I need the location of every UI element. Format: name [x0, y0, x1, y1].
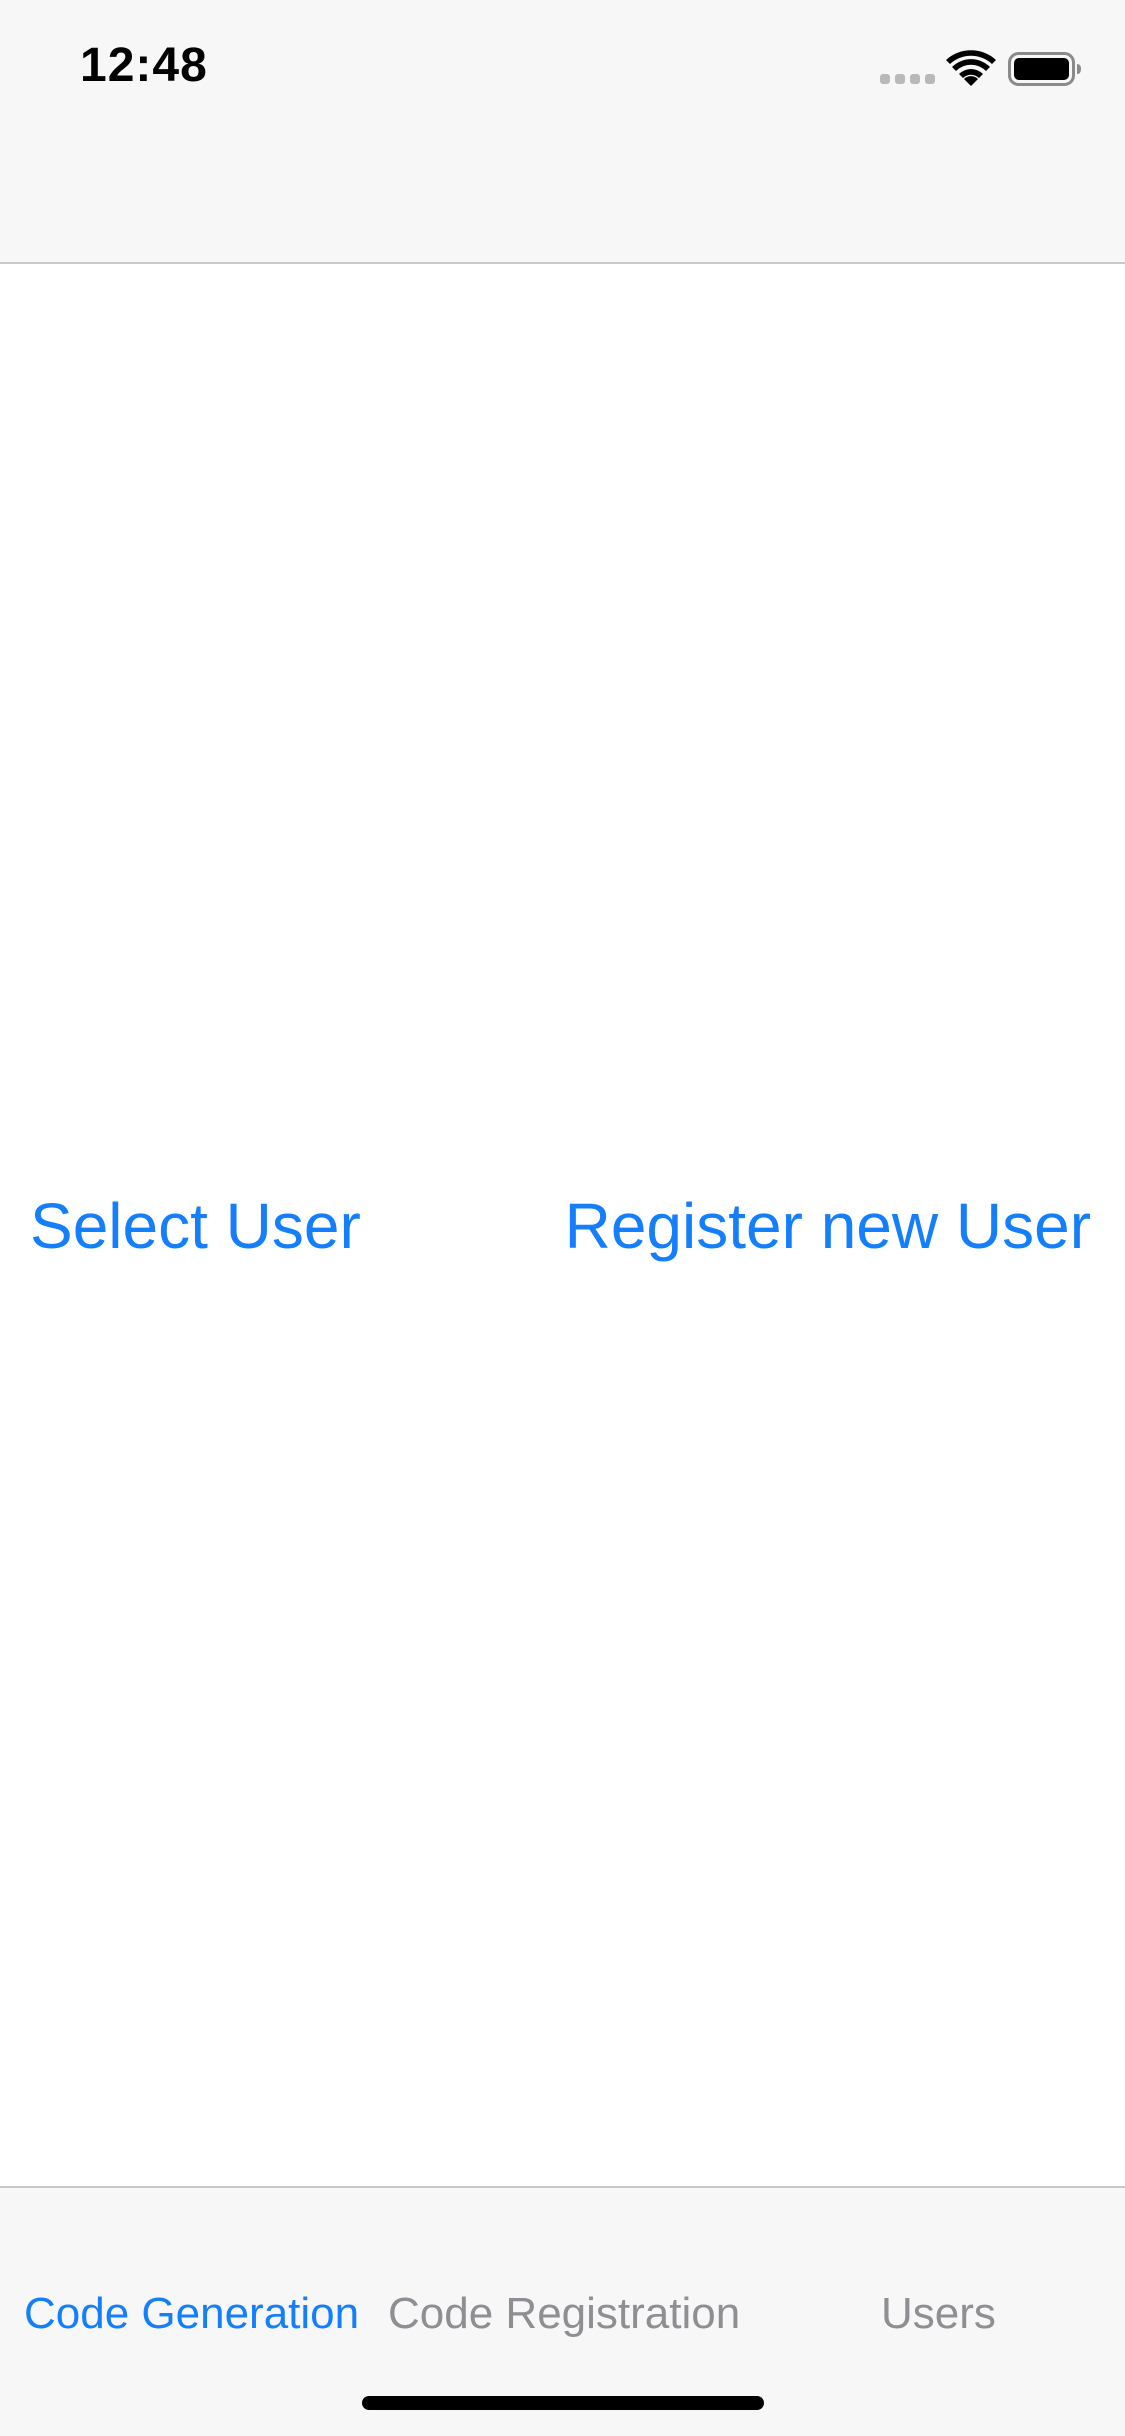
tab-code-registration[interactable]: Code Registration — [388, 2286, 740, 2342]
wifi-icon — [946, 50, 996, 88]
signal-icon — [880, 74, 936, 84]
tab-users[interactable]: Users — [881, 2286, 996, 2342]
status-bar: 12:48 — [0, 0, 1125, 132]
home-indicator[interactable] — [362, 2396, 764, 2410]
navigation-bar — [0, 132, 1125, 264]
select-user-button[interactable]: Select User — [30, 1186, 361, 1266]
tab-code-generation[interactable]: Code Generation — [24, 2286, 359, 2342]
register-new-user-button[interactable]: Register new User — [565, 1186, 1091, 1266]
status-time: 12:48 — [80, 39, 208, 92]
battery-icon — [1008, 52, 1082, 86]
